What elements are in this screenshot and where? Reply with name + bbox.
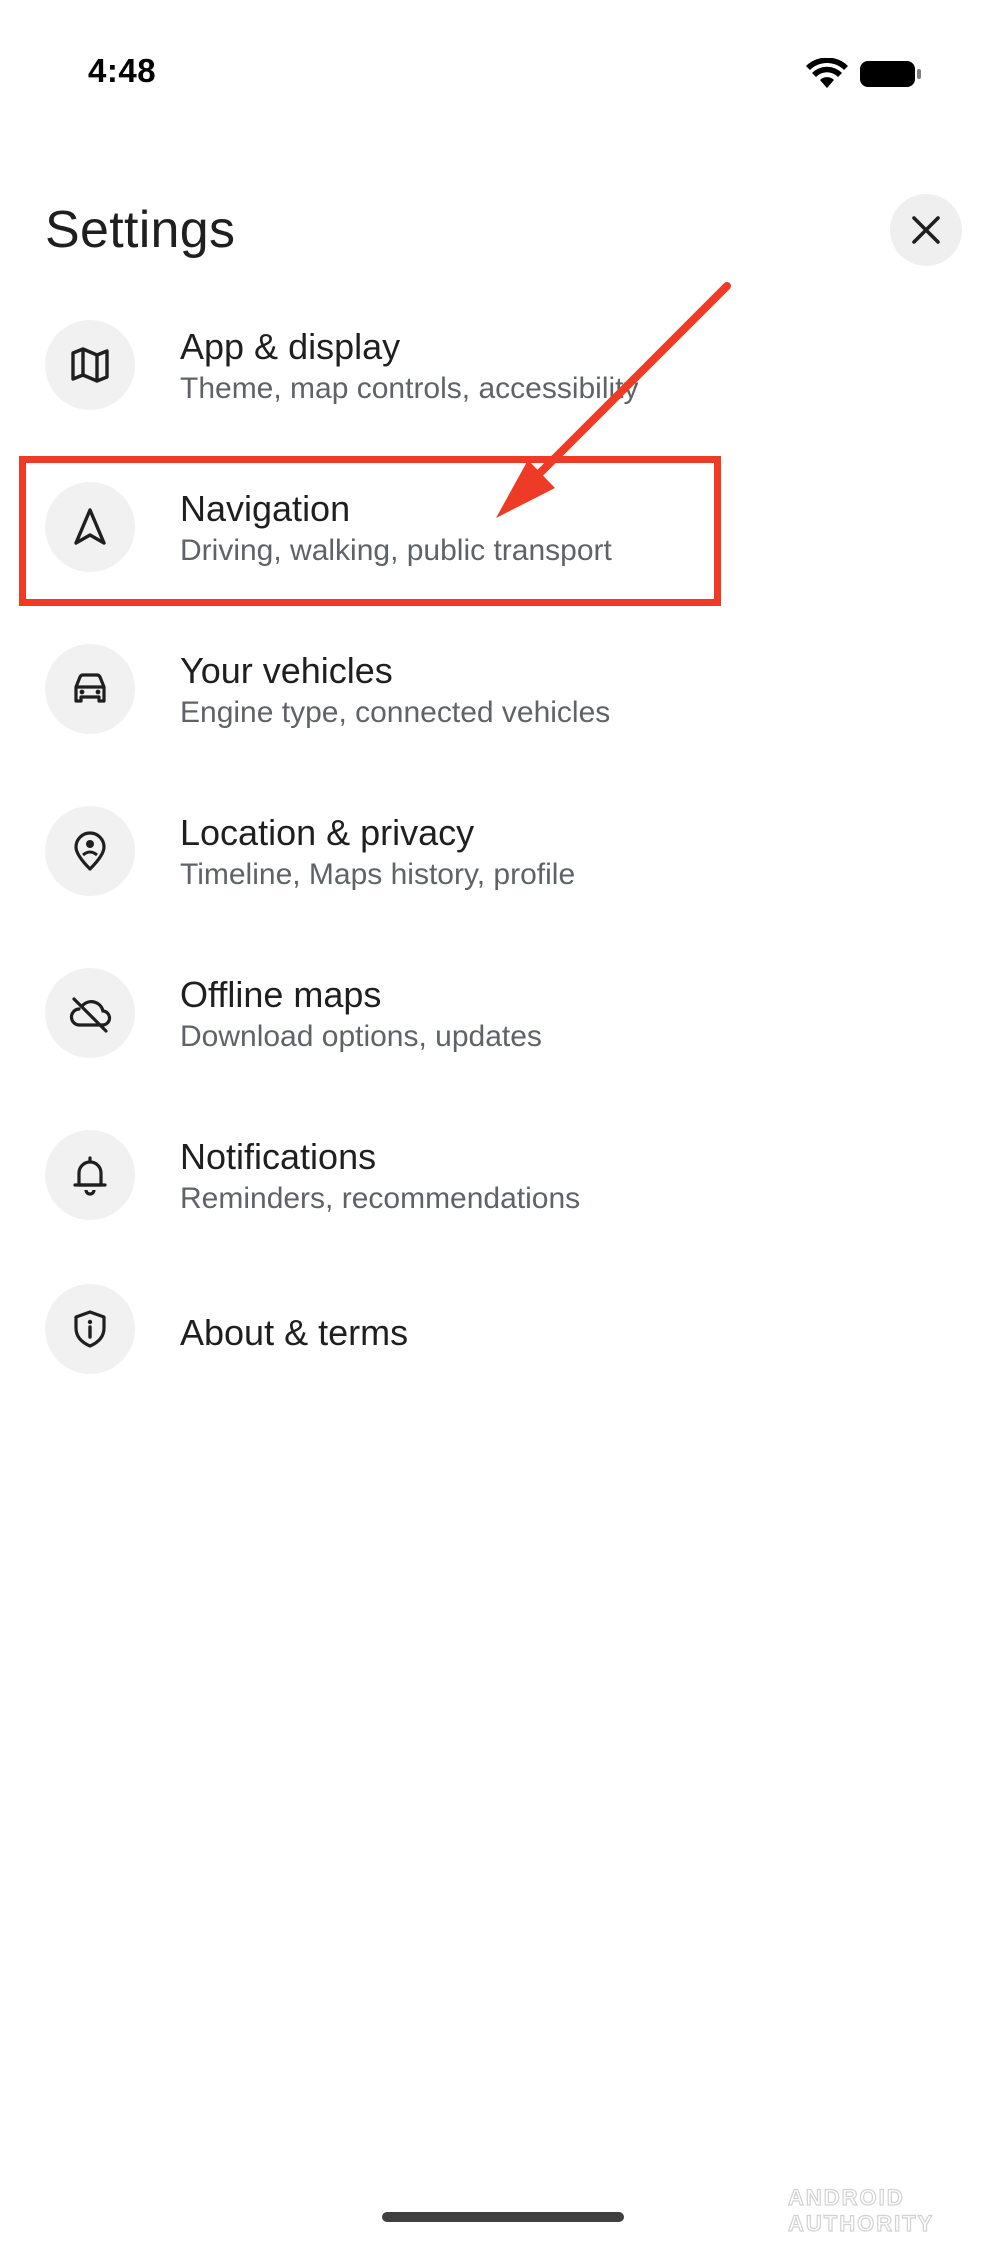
item-label: App & display — [180, 326, 401, 367]
close-button[interactable] — [890, 194, 962, 266]
navigation-arrow-icon — [74, 508, 106, 545]
settings-item-offline-maps[interactable]: Offline maps Download options, updates — [0, 938, 1008, 1088]
settings-item-your-vehicles[interactable]: Your vehicles Engine type, connected veh… — [0, 614, 1008, 764]
item-subtitle: Download options, updates — [180, 1020, 542, 1053]
status-bar: 4:48 — [0, 0, 1008, 140]
item-label: Notifications — [180, 1136, 377, 1177]
item-label: Offline maps — [180, 974, 382, 1015]
location-person-icon — [74, 831, 106, 871]
bell-icon — [73, 1156, 107, 1196]
car-icon — [74, 673, 106, 703]
item-subtitle: Driving, walking, public transport — [180, 534, 612, 567]
item-label: About & terms — [180, 1312, 409, 1353]
item-icon-container — [45, 482, 135, 572]
item-icon-container — [45, 968, 135, 1058]
wifi-icon — [806, 58, 848, 88]
close-icon — [912, 216, 940, 244]
item-label: Your vehicles — [180, 650, 393, 691]
item-subtitle: Reminders, recommendations — [180, 1182, 581, 1215]
shield-info-icon — [74, 1310, 106, 1348]
item-icon-container — [45, 806, 135, 896]
status-time: 4:48 — [88, 52, 157, 89]
home-indicator — [382, 2212, 624, 2222]
settings-item-notifications[interactable]: Notifications Reminders, recommendations — [0, 1100, 1008, 1250]
item-icon-container — [45, 320, 135, 410]
item-subtitle: Theme, map controls, accessibility — [180, 372, 639, 405]
settings-item-location-privacy[interactable]: Location & privacy Timeline, Maps histor… — [0, 776, 1008, 926]
item-icon-container — [45, 1130, 135, 1220]
item-label: Navigation — [180, 488, 351, 529]
settings-item-about-terms[interactable]: About & terms — [0, 1254, 1008, 1404]
settings-item-app-display[interactable]: App & display Theme, map controls, acces… — [0, 290, 1008, 440]
battery-icon — [860, 61, 921, 87]
map-icon — [71, 347, 109, 383]
watermark: ANDROID AUTHORITY — [787, 2184, 935, 2236]
settings-item-navigation[interactable]: Navigation Driving, walking, public tran… — [0, 452, 1008, 602]
item-label: Location & privacy — [180, 812, 475, 853]
item-subtitle: Timeline, Maps history, profile — [180, 858, 576, 891]
item-icon-container — [45, 644, 135, 734]
item-subtitle: Engine type, connected vehicles — [180, 696, 611, 729]
page-title: Settings — [45, 201, 236, 259]
cloud-off-icon — [69, 997, 112, 1033]
item-icon-container — [45, 1284, 135, 1374]
